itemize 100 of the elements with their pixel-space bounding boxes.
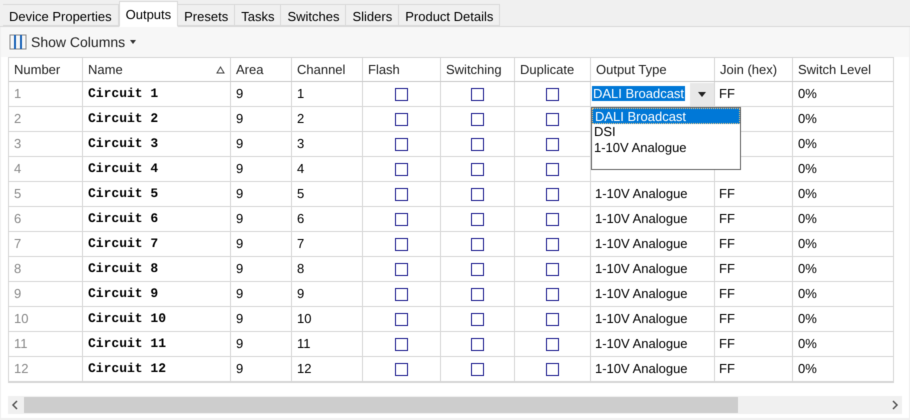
table-cell: Circuit 1 bbox=[83, 82, 231, 106]
table-cell-text: 0% bbox=[797, 235, 818, 254]
scrollbar-thumb[interactable] bbox=[24, 397, 738, 413]
table-cell-text: 0% bbox=[797, 110, 818, 128]
checkbox[interactable] bbox=[471, 138, 484, 150]
tab[interactable]: Presets bbox=[178, 4, 236, 26]
checkbox[interactable] bbox=[395, 212, 408, 226]
tab[interactable]: Product Details bbox=[399, 4, 500, 26]
checkbox[interactable] bbox=[395, 288, 408, 300]
table-cell: 6 bbox=[292, 207, 363, 231]
output-type-combobox[interactable]: DALI Broadcast bbox=[591, 82, 714, 106]
checkbox[interactable] bbox=[471, 188, 484, 200]
table-cell: 12 bbox=[292, 357, 363, 381]
checkbox[interactable] bbox=[546, 88, 559, 100]
table-cell: 6 bbox=[9, 207, 83, 231]
column-header[interactable]: Switching bbox=[441, 58, 515, 81]
checkbox[interactable] bbox=[471, 212, 484, 226]
column-header[interactable]: Switch Level bbox=[793, 58, 894, 81]
checkbox[interactable] bbox=[395, 338, 408, 350]
tab[interactable]: Device Properties bbox=[3, 4, 119, 26]
table-cell: 1 bbox=[292, 82, 363, 106]
show-columns-button[interactable]: Show Columns bbox=[9, 32, 138, 52]
table-cell: 9 bbox=[231, 257, 292, 281]
table-cell-text: FF bbox=[718, 85, 736, 104]
table-cell: 9 bbox=[292, 282, 363, 306]
dropdown-option[interactable]: DSI bbox=[592, 124, 740, 140]
table-cell: Circuit 12 bbox=[83, 357, 231, 381]
table-cell-text: 0% bbox=[797, 85, 818, 104]
checkbox[interactable] bbox=[546, 312, 559, 326]
table-cell-text: 1-10V Analogue bbox=[594, 285, 689, 304]
table-cell-text: 0% bbox=[797, 285, 818, 304]
column-header[interactable]: Name bbox=[83, 58, 231, 81]
table-cell-text: 1-10V Analogue bbox=[594, 310, 689, 328]
checkbox[interactable] bbox=[546, 238, 559, 250]
table-cell: 9 bbox=[231, 207, 292, 231]
checkbox[interactable] bbox=[471, 288, 484, 300]
table-cell-text: 1-10V Analogue bbox=[594, 260, 689, 278]
table-cell-text: FF bbox=[718, 310, 736, 328]
table-cell-text: FF bbox=[718, 335, 736, 354]
checkbox[interactable] bbox=[546, 338, 559, 350]
table-cell-text: 0% bbox=[797, 335, 818, 354]
tab[interactable]: Outputs bbox=[118, 1, 178, 27]
table-cell-text: 0% bbox=[797, 160, 818, 178]
column-header[interactable]: Area bbox=[231, 58, 292, 81]
checkbox[interactable] bbox=[395, 362, 408, 376]
checkbox[interactable] bbox=[395, 88, 408, 100]
checkbox[interactable] bbox=[395, 238, 408, 250]
table-cell: 9 bbox=[231, 82, 292, 106]
checkbox[interactable] bbox=[546, 112, 559, 126]
dropdown-option[interactable]: 1-10V Analogue bbox=[592, 140, 740, 156]
checkbox[interactable] bbox=[471, 312, 484, 326]
checkbox[interactable] bbox=[471, 362, 484, 376]
table-cell-text: FF bbox=[718, 235, 736, 254]
column-header[interactable]: Flash bbox=[363, 58, 441, 81]
checkbox[interactable] bbox=[395, 112, 408, 126]
checkbox[interactable] bbox=[395, 188, 408, 200]
table-cell: Circuit 6 bbox=[83, 207, 231, 231]
table-cell: 11 bbox=[292, 332, 363, 356]
checkbox[interactable] bbox=[546, 138, 559, 150]
checkbox[interactable] bbox=[546, 188, 559, 200]
table-cell: 3 bbox=[292, 132, 363, 156]
column-header[interactable]: Join (hex) bbox=[715, 58, 793, 81]
column-header[interactable]: Number bbox=[9, 58, 83, 81]
table-cell: 9 bbox=[231, 107, 292, 131]
table-cell-text: FF bbox=[718, 260, 736, 278]
tab[interactable]: Tasks bbox=[235, 4, 282, 26]
dropdown-option[interactable]: DALI Broadcast bbox=[592, 108, 740, 124]
table-cell: 1 bbox=[9, 82, 83, 106]
checkbox[interactable] bbox=[471, 88, 484, 100]
table-cell: 5 bbox=[292, 182, 363, 206]
table-cell-text: 1-10V Analogue bbox=[594, 185, 689, 204]
checkbox[interactable] bbox=[546, 162, 559, 176]
column-header[interactable]: Duplicate bbox=[515, 58, 591, 81]
checkbox[interactable] bbox=[471, 338, 484, 350]
checkbox[interactable] bbox=[395, 138, 408, 150]
checkbox[interactable] bbox=[546, 262, 559, 276]
checkbox[interactable] bbox=[395, 312, 408, 326]
checkbox[interactable] bbox=[471, 262, 484, 276]
table-cell-text: 0% bbox=[797, 260, 818, 278]
checkbox[interactable] bbox=[546, 362, 559, 376]
table-cell-text: FF bbox=[718, 185, 736, 204]
column-header[interactable]: Output Type bbox=[591, 58, 715, 81]
table-cell: 9 bbox=[231, 157, 292, 181]
tab[interactable]: Sliders bbox=[346, 4, 400, 26]
table-cell-text: 1-10V Analogue bbox=[594, 360, 689, 378]
checkbox[interactable] bbox=[546, 288, 559, 300]
checkbox[interactable] bbox=[471, 162, 484, 176]
table-cell: 9 bbox=[231, 182, 292, 206]
checkbox[interactable] bbox=[471, 238, 484, 250]
table-cell-text: FF bbox=[718, 210, 736, 228]
checkbox[interactable] bbox=[546, 212, 559, 226]
checkbox[interactable] bbox=[395, 262, 408, 276]
table-cell: Circuit 3 bbox=[83, 132, 231, 156]
table-cell: 7 bbox=[9, 232, 83, 256]
table-cell: 4 bbox=[9, 157, 83, 181]
tab[interactable]: Switches bbox=[281, 4, 346, 26]
checkbox[interactable] bbox=[471, 112, 484, 126]
column-header[interactable]: Channel bbox=[292, 58, 363, 81]
table-cell: Circuit 10 bbox=[83, 307, 231, 331]
checkbox[interactable] bbox=[395, 162, 408, 176]
